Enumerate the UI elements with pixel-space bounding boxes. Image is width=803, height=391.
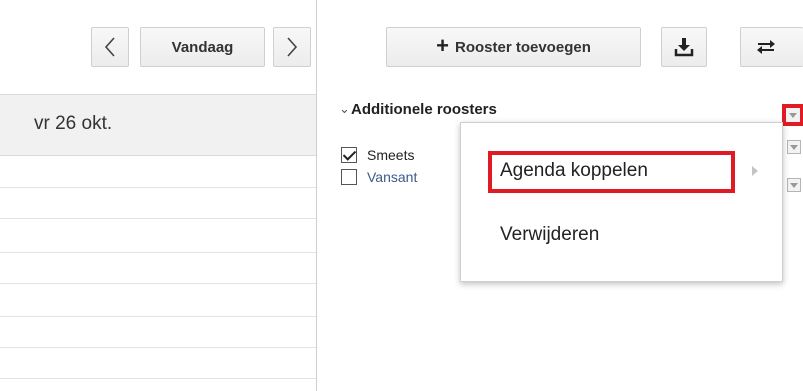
day-header-label: vr 26 okt.	[34, 113, 113, 134]
chevron-down-icon[interactable]: ⌄	[339, 101, 350, 117]
calendars-toolbar: + Rooster toevoegen	[317, 0, 803, 94]
menu-item-label: Agenda koppelen	[500, 160, 648, 181]
download-icon	[674, 38, 694, 57]
calendar-item-smeets[interactable]: Smeets	[341, 144, 414, 166]
time-slot-line	[0, 316, 317, 317]
day-view-pane: Vandaag vr 26 okt.	[0, 0, 317, 391]
calendar-options-dropdown[interactable]	[787, 178, 801, 192]
chevron-right-icon	[287, 37, 298, 57]
date-navigation-toolbar: Vandaag	[0, 0, 317, 94]
calendar-name: Smeets	[367, 147, 415, 163]
day-header: vr 26 okt.	[0, 94, 317, 156]
calendar-checkbox[interactable]	[341, 169, 357, 185]
sync-button[interactable]	[740, 27, 803, 67]
menu-item-remove[interactable]: Verwijderen	[461, 215, 782, 255]
swap-icon	[757, 40, 775, 54]
submenu-arrow-icon	[752, 166, 758, 176]
menu-item-link-agenda[interactable]: Agenda koppelen	[461, 151, 782, 193]
time-slot-line	[0, 218, 317, 219]
time-slot-line	[0, 347, 317, 348]
calendar-item-vansant[interactable]: Vansant	[341, 166, 417, 188]
menu-item-label: Verwijderen	[500, 224, 600, 245]
context-menu: Agenda koppelen Verwijderen	[460, 122, 783, 282]
calendar-name: Vansant	[367, 169, 418, 185]
section-options-dropdown[interactable]	[782, 104, 803, 126]
chevron-left-icon	[104, 37, 115, 57]
calendar-options-dropdown[interactable]	[787, 140, 801, 154]
next-day-button[interactable]	[273, 27, 311, 67]
today-button[interactable]: Vandaag	[140, 27, 265, 67]
plus-icon: +	[436, 33, 449, 58]
calendar-checkbox[interactable]	[341, 147, 357, 163]
time-slot-line	[0, 187, 317, 188]
time-slot-line	[0, 378, 317, 379]
additional-schedules-header[interactable]: ⌄ Additionele roosters	[317, 94, 803, 124]
add-schedule-label: Rooster toevoegen	[455, 38, 591, 56]
download-button[interactable]	[661, 27, 707, 67]
add-schedule-button[interactable]: + Rooster toevoegen	[386, 27, 641, 67]
time-slot-line	[0, 283, 317, 284]
time-grid[interactable]	[0, 156, 317, 391]
section-title: Additionele roosters	[351, 101, 497, 118]
previous-day-button[interactable]	[91, 27, 129, 67]
time-slot-line	[0, 252, 317, 253]
